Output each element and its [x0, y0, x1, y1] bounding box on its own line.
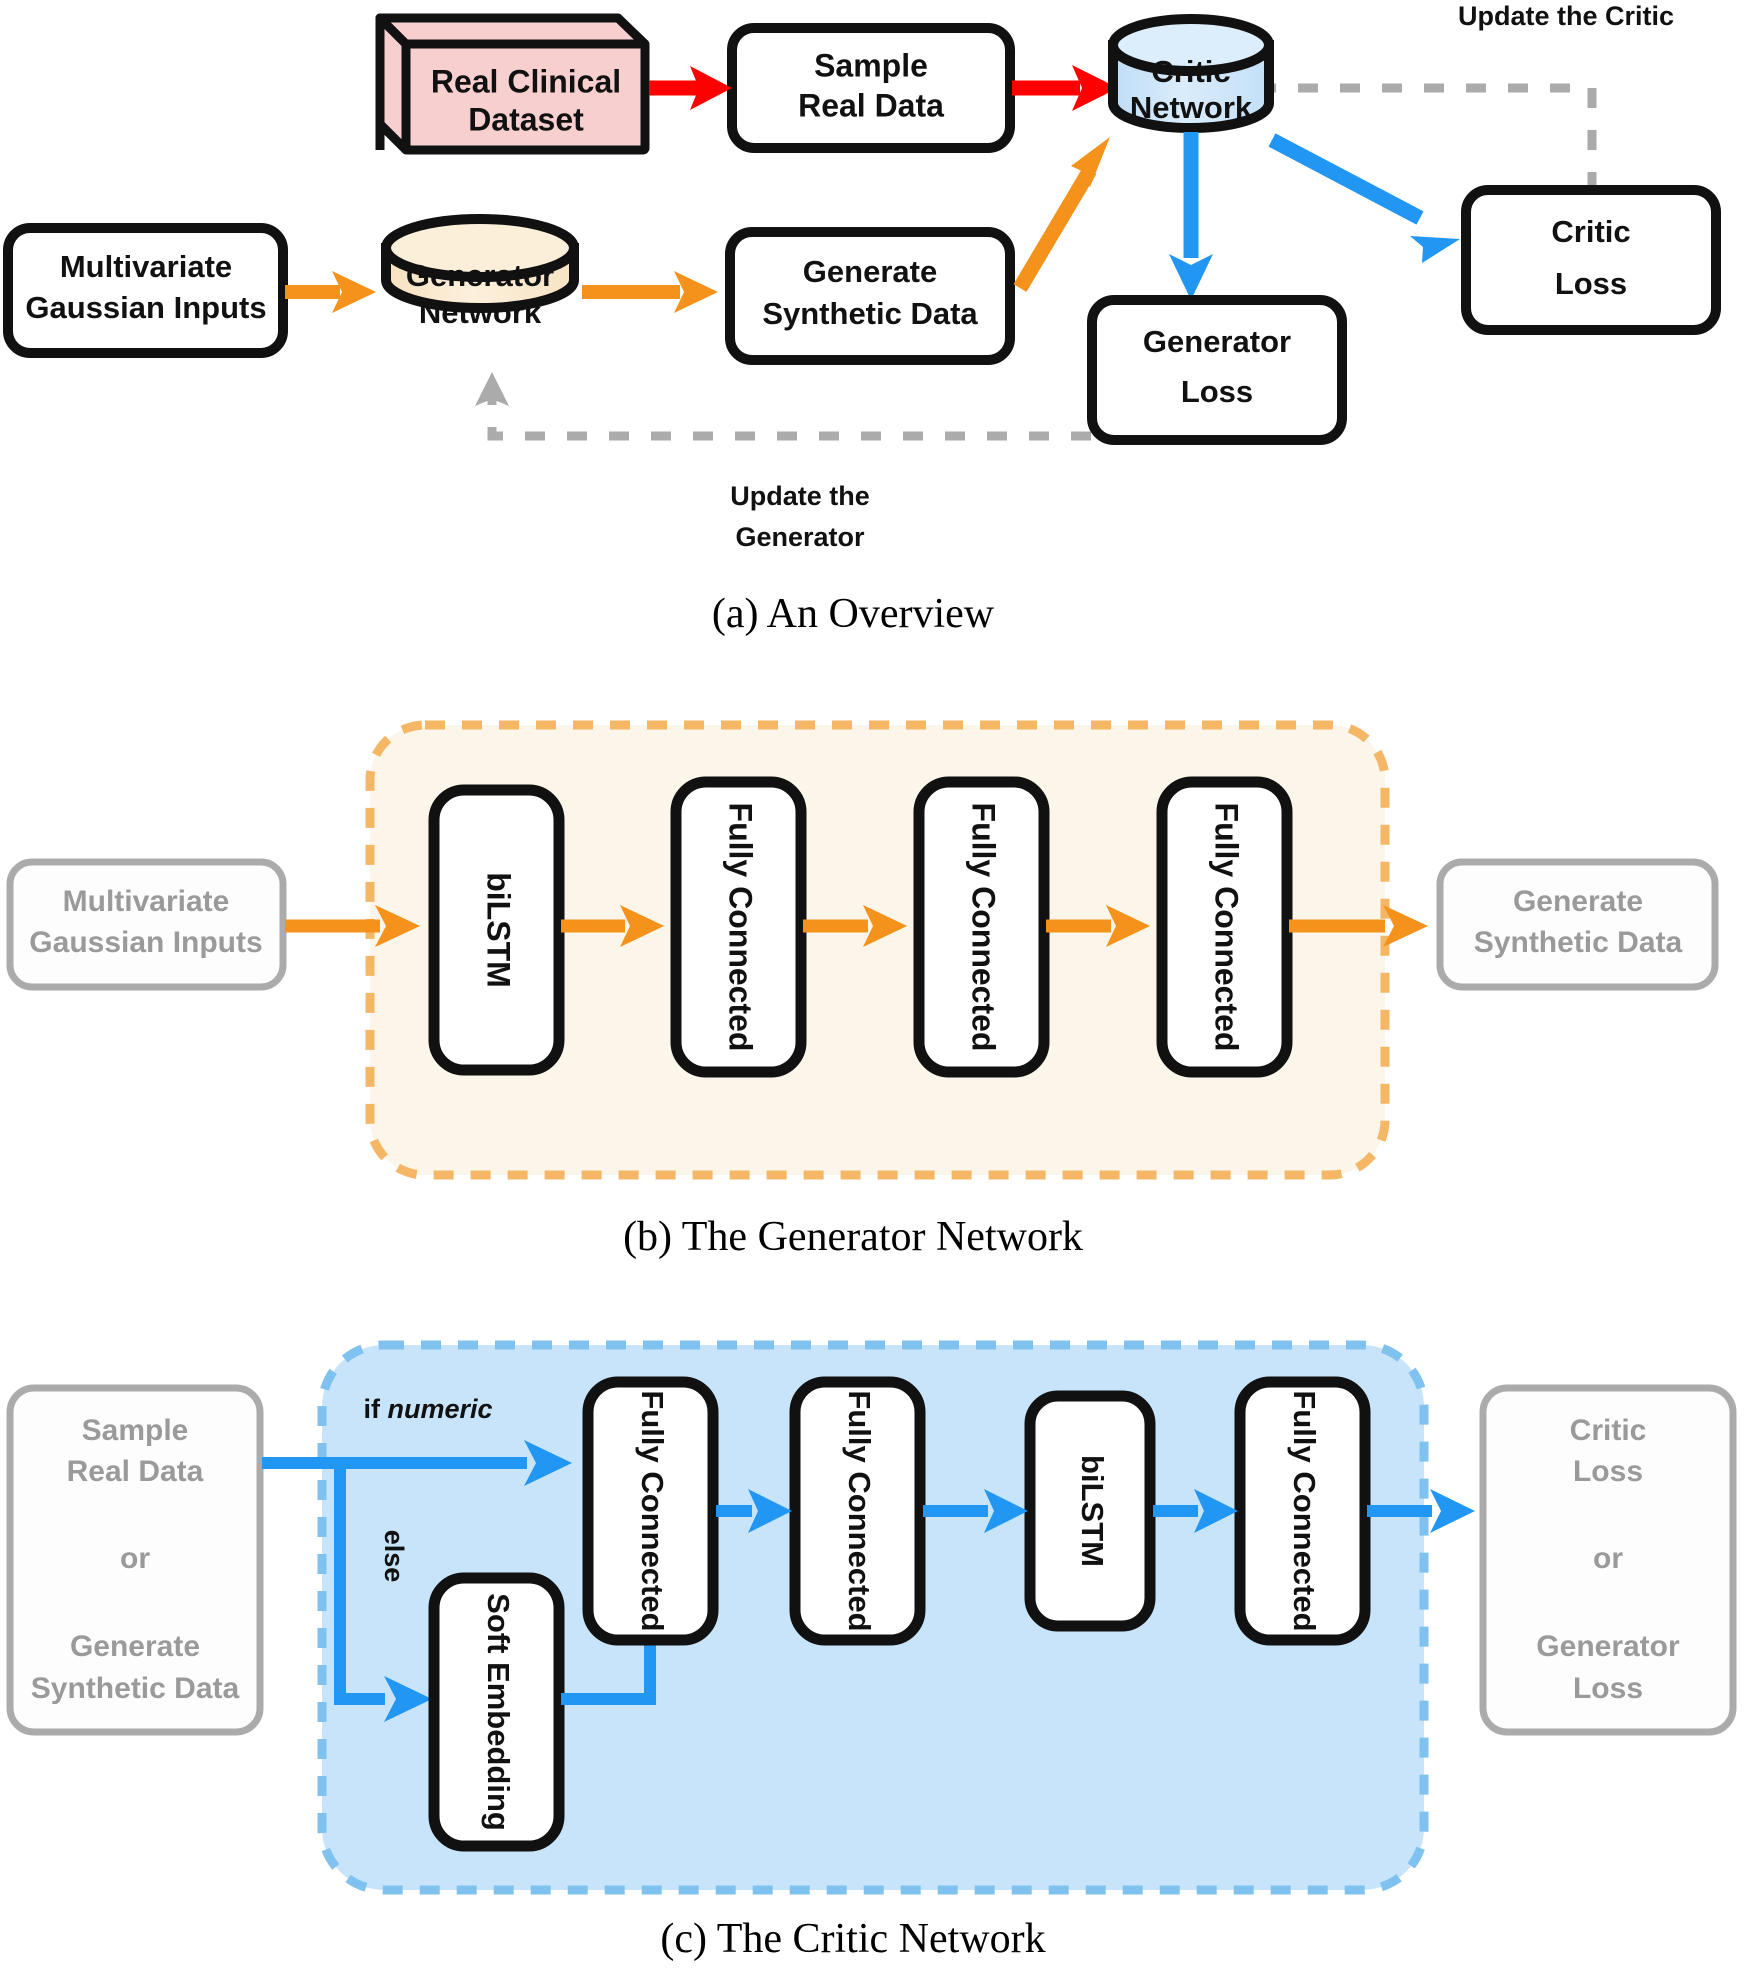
node-label: Generate: [803, 254, 937, 289]
node-label: Generator: [1143, 324, 1291, 359]
layer-biLSTM: biLSTM: [1024, 1390, 1156, 1632]
layer-label: Fully Connected: [966, 803, 1002, 1052]
layer-label: Fully Connected: [1209, 803, 1245, 1052]
node-label: Sample: [82, 1414, 189, 1447]
layer-fully-connected-3: Fully Connected: [1156, 776, 1293, 1078]
node-label: Real Data: [798, 87, 944, 123]
annotation-update-the-critic: Update the Critic: [1458, 1, 1674, 31]
node-label: Sample: [814, 47, 928, 83]
node-critic-loss: Critic Loss: [1461, 185, 1721, 335]
update-generator-feedback-arrow: [475, 372, 1091, 441]
layer-fully-connected-1: Fully Connected: [582, 1376, 719, 1646]
branch-label-if-numeric: if numeric: [363, 1394, 492, 1424]
annotation-update-the-generator-line1: Update the: [730, 481, 870, 511]
node-label: Gaussian Inputs: [25, 290, 266, 325]
node-real-clinical-dataset: Real Clinical Dataset: [375, 13, 650, 155]
arrow-critic-to-critic-loss: [1268, 133, 1460, 263]
layer-fully-connected-2: Fully Connected: [789, 1376, 926, 1646]
node-generator-network: Generator Network: [381, 214, 579, 330]
arrow-sample-to-critic: [1012, 65, 1118, 111]
layer-soft-embedding: Soft Embedding: [428, 1572, 565, 1852]
layer-biLSTM: biLSTM: [428, 784, 565, 1076]
node-label: or: [120, 1542, 150, 1575]
caption-panel-c: (c) The Critic Network: [660, 1916, 1045, 1962]
annotation-update-the-generator-line2: Generator: [735, 522, 865, 552]
layer-label: Fully Connected: [842, 1390, 877, 1631]
node-label: Gaussian Inputs: [29, 926, 262, 959]
node-label: Synthetic Data: [762, 296, 978, 331]
layer-label: biLSTM: [481, 872, 517, 988]
caption-panel-b: (b) The Generator Network: [623, 1214, 1083, 1260]
node-generate-synthetic-data: Generate Synthetic Data: [725, 227, 1015, 365]
node-label: Real Data: [67, 1455, 204, 1488]
panel-b: Multivariate Gaussian Inputs Generate Sy…: [6, 720, 1719, 1260]
node-label: Loss: [1181, 374, 1253, 409]
diagram-canvas: Real Clinical Dataset Sample Real Data C…: [3, 1, 1737, 1962]
node-label: Synthetic Data: [31, 1672, 240, 1705]
node-generate-synthetic-data-ghost: Generate Synthetic Data: [1436, 858, 1719, 991]
node-label: Critic: [1551, 214, 1630, 249]
arrow-generator-to-synthetic: [582, 271, 718, 313]
arrow-dataset-to-sample: [649, 66, 732, 110]
node-label: Network: [419, 295, 542, 330]
node-label: Synthetic Data: [1474, 926, 1683, 959]
node-generator-loss: Generator Loss: [1087, 295, 1347, 445]
layer-label: biLSTM: [1075, 1455, 1110, 1567]
node-label: Generate: [1513, 885, 1643, 918]
node-sample-real-data: Sample Real Data: [727, 23, 1015, 153]
node-label: Generator: [1536, 1630, 1680, 1663]
node-label: Loss: [1555, 266, 1627, 301]
layer-label: Fully Connected: [1287, 1390, 1322, 1631]
node-label: or: [1593, 1542, 1623, 1575]
arrow-synthetic-to-critic: [1013, 137, 1110, 292]
layer-label: Soft Embedding: [481, 1593, 516, 1831]
node-label: Real Clinical: [431, 63, 621, 99]
arrow-critic-to-generator-loss: [1169, 132, 1213, 300]
node-label: Generate: [70, 1630, 200, 1663]
node-label: Generator: [406, 258, 554, 293]
node-multivariate-gaussian-inputs-ghost: Multivariate Gaussian Inputs: [6, 858, 287, 991]
node-label: Loss: [1573, 1455, 1643, 1488]
layer-label: Fully Connected: [723, 803, 759, 1052]
node-label: Critic: [1151, 54, 1230, 89]
layer-fully-connected-1: Fully Connected: [670, 776, 807, 1078]
node-multivariate-gaussian-inputs: Multivariate Gaussian Inputs: [3, 223, 288, 358]
node-critic-input-ghost: Sample Real Data or Generate Synthetic D…: [6, 1384, 264, 1736]
figure-root: Real Clinical Dataset Sample Real Data C…: [0, 0, 1752, 1975]
branch-label-if: if: [363, 1394, 387, 1424]
node-label: Dataset: [468, 101, 584, 137]
panel-c: Sample Real Data or Generate Synthetic D…: [6, 1340, 1737, 1962]
layer-fully-connected-3: Fully Connected: [1234, 1376, 1371, 1646]
node-label: Multivariate: [60, 249, 232, 284]
node-critic-network: Critic Network: [1108, 14, 1274, 133]
node-label: Loss: [1573, 1672, 1643, 1705]
panel-a: Real Clinical Dataset Sample Real Data C…: [3, 1, 1721, 637]
branch-label-else: else: [379, 1530, 409, 1583]
node-critic-output-ghost: Critic Loss or Generator Loss: [1479, 1384, 1737, 1736]
node-label: Network: [1130, 90, 1253, 125]
layer-label: Fully Connected: [635, 1390, 670, 1631]
node-label: Critic: [1570, 1414, 1647, 1447]
node-label: Multivariate: [63, 885, 230, 918]
caption-panel-a: (a) An Overview: [712, 591, 995, 637]
branch-label-numeric: numeric: [387, 1394, 492, 1424]
arrow-inputs-to-generator: [285, 271, 376, 313]
layer-fully-connected-2: Fully Connected: [913, 776, 1050, 1078]
